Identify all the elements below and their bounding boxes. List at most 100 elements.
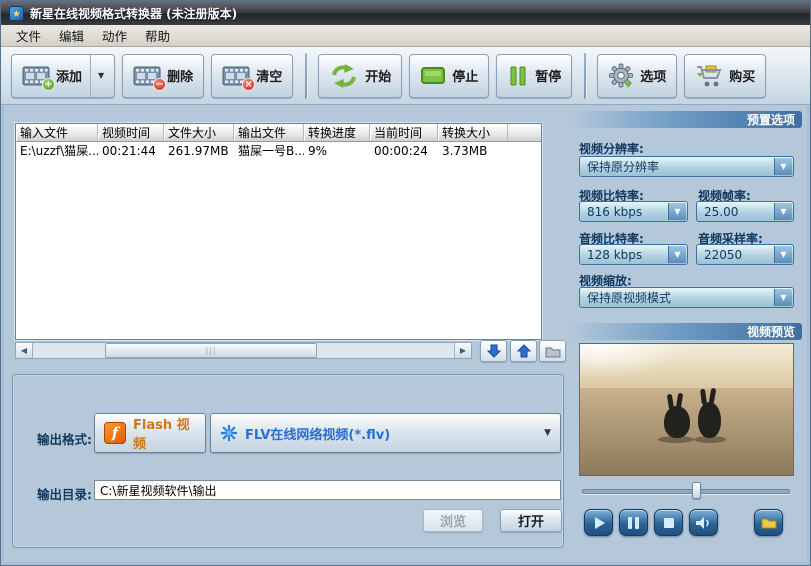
window-title: 新星在线视频格式转换器 (未注册版本) <box>30 6 238 21</box>
resolution-value: 保持原分辨率 <box>587 160 660 174</box>
options-button-label: 选项 <box>640 70 667 85</box>
audio-bitrate-caret-icon[interactable]: ▼ <box>668 246 686 263</box>
play-icon <box>595 516 605 529</box>
video-bitrate-caret-icon[interactable]: ▼ <box>668 203 686 220</box>
scroll-right-icon[interactable]: ▶ <box>454 343 471 358</box>
toolbar-separator <box>584 52 587 99</box>
stop-playback-button[interactable] <box>654 509 683 536</box>
col-video-time[interactable]: 视频时间 <box>98 124 164 141</box>
menu-file[interactable]: 文件 <box>7 24 50 47</box>
cell-output-file: 猫屎一号B... <box>238 144 304 158</box>
move-up-button[interactable] <box>510 340 537 362</box>
app-icon: ★ <box>9 5 24 21</box>
flash-f-icon: f <box>104 422 126 444</box>
add-button-label: 添加 <box>56 70 83 85</box>
col-input-file[interactable]: 输入文件 <box>16 124 98 141</box>
scroll-left-icon[interactable]: ◀ <box>16 343 33 358</box>
sun-glow <box>580 344 690 378</box>
pause-bars-icon <box>507 65 529 87</box>
star-icon: ★ <box>12 8 21 20</box>
video-frame <box>580 344 793 475</box>
volume-button[interactable] <box>689 509 718 536</box>
start-button-label: 开始 <box>365 70 392 85</box>
table-row[interactable]: E:\uzzf\猫屎... 00:21:44 261.97MB 猫屎一号B...… <box>16 142 541 159</box>
scale-caret-icon[interactable]: ▼ <box>774 289 792 306</box>
cell-progress: 9% <box>308 143 328 158</box>
output-dir-input[interactable] <box>94 480 561 500</box>
arrow-down-icon <box>486 344 501 358</box>
scrollbar-thumb[interactable]: ||| <box>105 343 317 358</box>
cell-converted-size: 3.73MB <box>442 143 488 158</box>
col-current-time[interactable]: 当前时间 <box>370 124 438 141</box>
move-down-button[interactable] <box>480 340 507 362</box>
stop-screen-icon <box>420 65 446 87</box>
col-converted-size[interactable]: 转换大小 <box>438 124 508 141</box>
col-progress[interactable]: 转换进度 <box>304 124 370 141</box>
output-dir-label: 输出目录: <box>37 487 92 502</box>
format-value-combo[interactable]: FLV在线网络视频(*.flv) ▼ <box>210 413 561 453</box>
add-dropdown-arrow-icon[interactable]: ▼ <box>90 54 104 97</box>
toolbar: + 添加 ▼ − 删除 × 清空 开始 停止 暂停 选项 购买 <box>1 47 810 105</box>
remove-button[interactable]: − 删除 <box>122 53 205 98</box>
scale-value: 保持原视频模式 <box>587 291 672 305</box>
col-output-file[interactable]: 输出文件 <box>234 124 304 141</box>
clear-button[interactable]: × 清空 <box>211 53 294 98</box>
open-media-file-button[interactable] <box>754 509 783 536</box>
table-header-row: 输入文件 视频时间 文件大小 输出文件 转换进度 当前时间 转换大小 <box>16 124 541 142</box>
samplerate-value: 22050 <box>704 247 743 262</box>
pause-icon <box>628 516 639 529</box>
app-window: ★ 新星在线视频格式转换器 (未注册版本) 文件 编辑 动作 帮助 + 添加 ▼… <box>0 0 811 566</box>
seek-slider-track[interactable] <box>582 489 790 494</box>
resolution-dropdown[interactable]: 保持原分辨率 ▼ <box>579 156 794 177</box>
samplerate-caret-icon[interactable]: ▼ <box>774 246 792 263</box>
scale-dropdown[interactable]: 保持原视频模式 ▼ <box>579 287 794 308</box>
film-add-icon: + <box>22 65 55 91</box>
scrollbar-track[interactable]: ||| <box>33 343 454 358</box>
format-category-value: Flash 视频 <box>133 418 190 452</box>
cell-video-time: 00:21:44 <box>102 143 156 158</box>
pause-playback-button[interactable] <box>619 509 648 536</box>
output-format-label: 输出格式: <box>37 432 92 447</box>
start-button[interactable]: 开始 <box>318 53 403 98</box>
audio-bitrate-dropdown[interactable]: 128 kbps ▼ <box>579 244 688 265</box>
start-convert-icon <box>329 63 359 89</box>
flv-star-icon <box>220 424 238 442</box>
video-preview[interactable] <box>579 343 794 476</box>
cross-badge-icon: × <box>242 77 256 91</box>
stop-icon <box>663 517 674 528</box>
video-bitrate-dropdown[interactable]: 816 kbps ▼ <box>579 201 688 222</box>
pause-button-label: 暂停 <box>535 70 562 85</box>
browse-button[interactable]: 浏览 <box>423 509 483 532</box>
menu-edit[interactable]: 编辑 <box>50 24 93 47</box>
buy-button[interactable]: 购买 <box>684 53 767 98</box>
stop-button[interactable]: 停止 <box>409 53 490 98</box>
format-combo-caret-icon[interactable]: ▼ <box>544 428 551 438</box>
format-category-combo[interactable]: f Flash 视频 <box>94 413 206 453</box>
resolution-caret-icon[interactable]: ▼ <box>774 158 792 175</box>
framerate-caret-icon[interactable]: ▼ <box>774 203 792 220</box>
play-button[interactable] <box>584 509 613 536</box>
framerate-value: 25.00 <box>704 204 739 219</box>
menu-help[interactable]: 帮助 <box>136 24 179 47</box>
cell-input-file: E:\uzzf\猫屎... <box>20 144 98 158</box>
film-clear-icon: × <box>222 65 256 91</box>
resolution-label: 视频分辨率: <box>579 142 644 156</box>
arrow-up-icon <box>516 344 531 358</box>
cell-current-time: 00:00:24 <box>374 143 428 158</box>
pause-button[interactable]: 暂停 <box>496 53 573 98</box>
horizontal-scrollbar[interactable]: ◀ ||| ▶ <box>15 342 472 359</box>
framerate-dropdown[interactable]: 25.00 ▼ <box>696 201 794 222</box>
samplerate-dropdown[interactable]: 22050 ▼ <box>696 244 794 265</box>
options-button[interactable]: 选项 <box>597 53 678 98</box>
folder-open-icon <box>761 518 776 529</box>
open-output-folder-button[interactable] <box>539 340 566 362</box>
title-bar[interactable]: ★ 新星在线视频格式转换器 (未注册版本) <box>1 1 810 25</box>
format-value-text: FLV在线网络视频(*.flv) <box>245 427 391 443</box>
toolbar-separator <box>305 52 308 99</box>
col-file-size[interactable]: 文件大小 <box>164 124 234 141</box>
menu-action[interactable]: 动作 <box>93 24 136 47</box>
add-button[interactable]: + 添加 ▼ <box>11 53 116 98</box>
clear-button-label: 清空 <box>256 70 283 85</box>
seek-slider-thumb[interactable] <box>692 482 701 499</box>
open-button[interactable]: 打开 <box>500 509 562 532</box>
